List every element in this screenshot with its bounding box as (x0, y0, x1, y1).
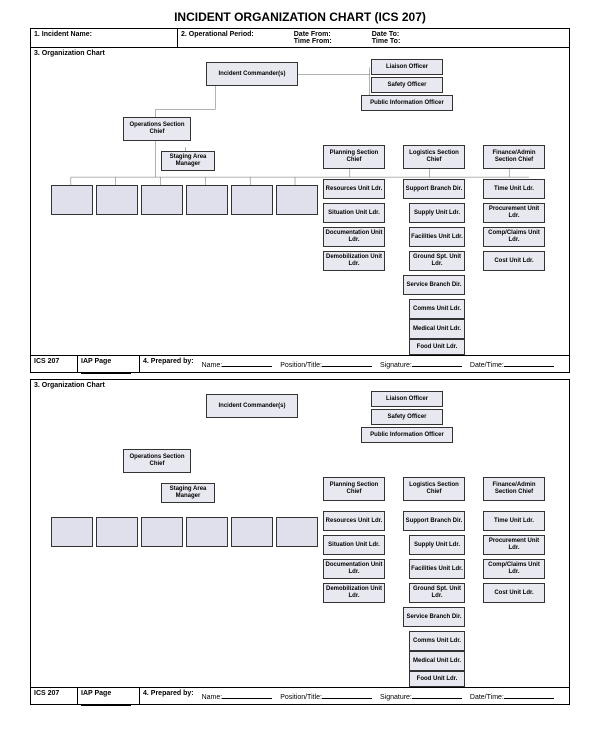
box-logistics: Logistics Section Chief (403, 477, 465, 501)
footer-row: ICS 207 IAP Page 4. Prepared by: Name: P… (31, 355, 569, 372)
box-ops-branch-5 (231, 517, 273, 547)
box-planning: Planning Section Chief (323, 145, 385, 169)
box-cost: Cost Unit Ldr. (483, 251, 545, 271)
oper-label: 2. Operational Period: (181, 31, 254, 45)
box-ops-branch-1 (51, 517, 93, 547)
box-comms: Comms Unit Ldr. (409, 631, 465, 651)
box-safety: Safety Officer (371, 409, 443, 425)
incident-name-label: 1. Incident Name: (31, 29, 178, 47)
box-medical: Medical Unit Ldr. (409, 651, 465, 671)
box-facilities: Facilities Unit Ldr. (409, 227, 465, 247)
box-staging: Staging Area Manager (161, 483, 215, 503)
box-documentation: Documentation Unit Ldr. (323, 227, 385, 247)
iap-label: IAP Page (78, 356, 140, 372)
time-from-label: Time From: (294, 38, 332, 45)
box-liaison: Liaison Officer (371, 391, 443, 407)
header-row: 1. Incident Name: 2. Operational Period:… (31, 29, 569, 48)
box-finance: Finance/Admin Section Chief (483, 145, 545, 169)
box-staging: Staging Area Manager (161, 151, 215, 171)
date-to-label: Date To: (372, 31, 399, 38)
box-ops-branch-3 (141, 517, 183, 547)
box-liaison: Liaison Officer (371, 59, 443, 75)
box-ops-branch-6 (276, 517, 318, 547)
date-from-label: Date From: (294, 31, 331, 38)
time-to-label: Time To: (372, 38, 401, 45)
box-situation: Situation Unit Ldr. (323, 535, 385, 555)
box-facilities: Facilities Unit Ldr. (409, 559, 465, 579)
box-ops-branch-2 (96, 517, 138, 547)
box-support-branch: Support Branch Dir. (403, 511, 465, 531)
box-medical: Medical Unit Ldr. (409, 319, 465, 339)
box-documentation: Documentation Unit Ldr. (323, 559, 385, 579)
box-ground: Ground Spt. Unit Ldr. (409, 251, 465, 271)
form-1: 1. Incident Name: 2. Operational Period:… (30, 28, 570, 373)
box-ops-branch-3 (141, 185, 183, 215)
box-support-branch: Support Branch Dir. (403, 179, 465, 199)
box-supply: Supply Unit Ldr. (409, 203, 465, 223)
box-logistics: Logistics Section Chief (403, 145, 465, 169)
box-procurement: Procurement Unit Ldr. (483, 535, 545, 555)
box-planning: Planning Section Chief (323, 477, 385, 501)
chart-area-2: Incident Commander(s) Liaison Officer Sa… (31, 391, 569, 687)
prepared-by: 4. Prepared by: Name: Position/Title: Si… (140, 688, 569, 704)
box-demob: Demobilization Unit Ldr. (323, 251, 385, 271)
box-pio: Public Information Officer (361, 95, 453, 111)
box-demob: Demobilization Unit Ldr. (323, 583, 385, 603)
prepared-by: 4. Prepared by: Name: Position/Title: Si… (140, 356, 569, 372)
box-ops-branch-5 (231, 185, 273, 215)
footer-row-2: ICS 207 IAP Page 4. Prepared by: Name: P… (31, 687, 569, 704)
box-time: Time Unit Ldr. (483, 179, 545, 199)
box-food: Food Unit Ldr. (409, 339, 465, 355)
box-comms: Comms Unit Ldr. (409, 299, 465, 319)
box-procurement: Procurement Unit Ldr. (483, 203, 545, 223)
box-ops-branch-2 (96, 185, 138, 215)
box-food: Food Unit Ldr. (409, 671, 465, 687)
box-pio: Public Information Officer (361, 427, 453, 443)
box-ops-branch-4 (186, 517, 228, 547)
box-finance: Finance/Admin Section Chief (483, 477, 545, 501)
ics-label: ICS 207 (31, 688, 78, 704)
form-2: 3. Organization Chart Incident Commander… (30, 379, 570, 705)
box-incident-commander: Incident Commander(s) (206, 62, 298, 86)
box-resources: Resources Unit Ldr. (323, 511, 385, 531)
box-ops-branch-4 (186, 185, 228, 215)
box-supply: Supply Unit Ldr. (409, 535, 465, 555)
box-service-branch: Service Branch Dir. (403, 275, 465, 295)
box-time: Time Unit Ldr. (483, 511, 545, 531)
box-ops-branch-6 (276, 185, 318, 215)
chart-label-2: 3. Organization Chart (31, 380, 569, 391)
chart-area-1: Incident Commander(s) Liaison Officer Sa… (31, 59, 569, 355)
ics-label: ICS 207 (31, 356, 78, 372)
box-cost: Cost Unit Ldr. (483, 583, 545, 603)
page-title: INCIDENT ORGANIZATION CHART (ICS 207) (30, 10, 570, 24)
box-incident-commander: Incident Commander(s) (206, 394, 298, 418)
box-ops: Operations Section Chief (123, 449, 191, 473)
operational-period: 2. Operational Period: Date From:Time Fr… (178, 29, 569, 47)
box-safety: Safety Officer (371, 77, 443, 93)
box-compclaims: Comp/Claims Unit Ldr. (483, 559, 545, 579)
chart-label: 3. Organization Chart (31, 48, 569, 59)
box-compclaims: Comp/Claims Unit Ldr. (483, 227, 545, 247)
box-ground: Ground Spt. Unit Ldr. (409, 583, 465, 603)
box-resources: Resources Unit Ldr. (323, 179, 385, 199)
box-ops-branch-1 (51, 185, 93, 215)
iap-label: IAP Page (78, 688, 140, 704)
box-service-branch: Service Branch Dir. (403, 607, 465, 627)
box-situation: Situation Unit Ldr. (323, 203, 385, 223)
box-ops: Operations Section Chief (123, 117, 191, 141)
